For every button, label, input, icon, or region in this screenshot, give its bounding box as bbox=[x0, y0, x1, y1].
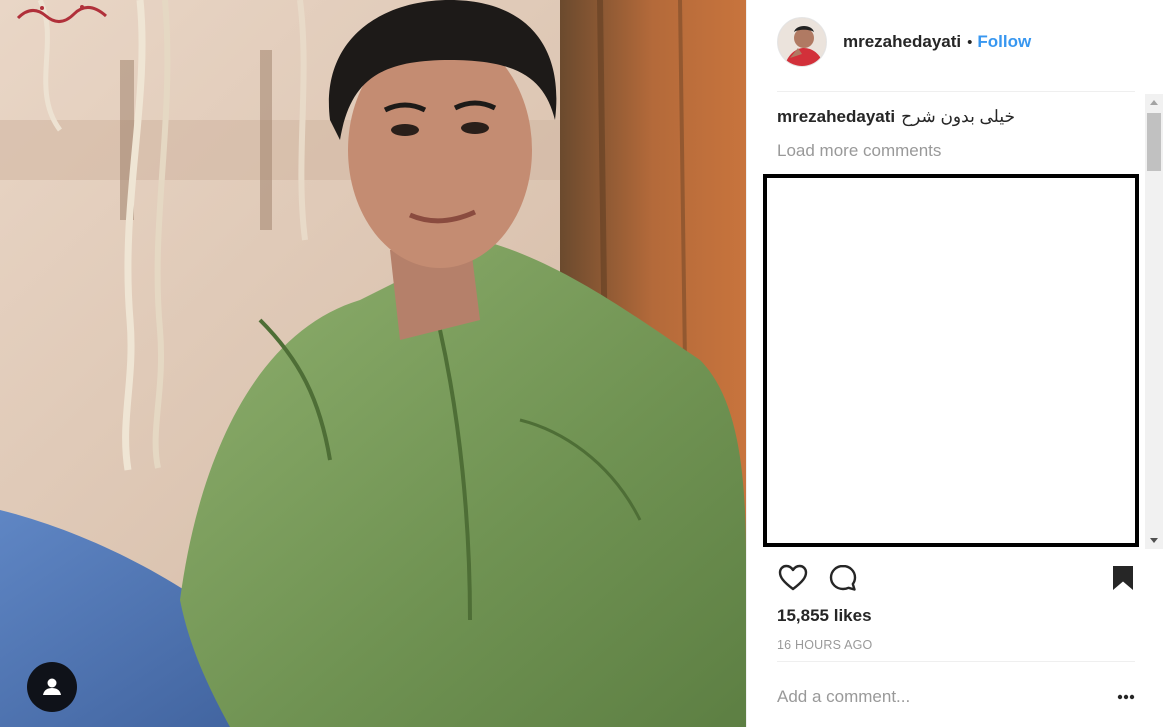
load-more-comments-button[interactable]: Load more comments bbox=[777, 141, 941, 161]
post-panel: mrezahedayati • Follow mrezahedayati خیلی… bbox=[746, 0, 1167, 727]
header-divider bbox=[777, 91, 1135, 92]
like-button[interactable] bbox=[777, 562, 811, 596]
more-options-icon bbox=[1117, 694, 1135, 700]
heart-icon bbox=[778, 564, 808, 591]
post-timestamp[interactable]: 16 HOURS AGO bbox=[777, 638, 873, 652]
add-comment-input[interactable] bbox=[777, 684, 1097, 710]
likes-count[interactable]: 15,855 likes bbox=[777, 606, 872, 626]
avatar[interactable] bbox=[777, 17, 827, 67]
speech-bubble-icon bbox=[829, 564, 857, 591]
caption: mrezahedayati خیلی بدون شرح bbox=[777, 107, 1015, 127]
photo-image bbox=[0, 0, 746, 727]
post-header: mrezahedayati • Follow bbox=[777, 16, 1031, 68]
scroll-up-arrow-icon[interactable] bbox=[1145, 94, 1163, 111]
more-options-button[interactable] bbox=[1115, 686, 1137, 708]
scroll-thumb[interactable] bbox=[1147, 113, 1161, 171]
post-photo[interactable] bbox=[0, 0, 746, 727]
comments-scrollbar[interactable] bbox=[1145, 94, 1163, 549]
redacted-comments-box bbox=[763, 174, 1139, 547]
magazine-logo bbox=[12, 0, 112, 26]
caption-text: خیلی بدون شرح bbox=[901, 107, 1015, 126]
caption-username-link[interactable]: mrezahedayati bbox=[777, 107, 895, 126]
footer-divider bbox=[777, 661, 1135, 662]
separator-dot: • bbox=[967, 33, 973, 51]
user-tag-icon bbox=[43, 678, 61, 695]
comment-button[interactable] bbox=[827, 562, 861, 596]
username-link[interactable]: mrezahedayati bbox=[843, 32, 961, 52]
scroll-down-arrow-icon[interactable] bbox=[1145, 532, 1163, 549]
save-button[interactable] bbox=[1107, 562, 1141, 596]
bookmark-icon bbox=[1113, 566, 1133, 590]
user-tag-button[interactable] bbox=[27, 662, 77, 712]
post-actions bbox=[777, 562, 1135, 598]
follow-button[interactable]: Follow bbox=[977, 32, 1031, 52]
